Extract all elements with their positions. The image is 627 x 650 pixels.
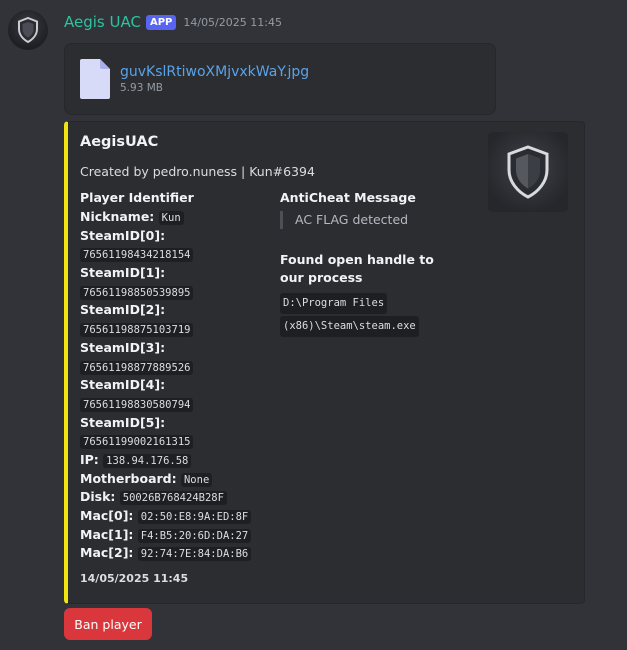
mac-label: Mac[0]: [80,508,134,523]
motherboard-row: Motherboard: None [80,470,270,489]
steamid-value: 76561198434218154 [80,248,194,263]
mac-label: Mac[2]: [80,545,134,561]
file-attachment[interactable]: guvKslRtiwoXMjvxkWaY.jpg 5.93 MB [64,43,496,115]
mac-row: Mac[0]: 02:50:E8:9A:ED:8F [80,507,270,526]
nickname-row: Nickname: Kun [80,208,270,227]
anticheat-message: AC FLAG detected [280,211,460,229]
ip-label: IP: [80,451,99,467]
steamid-value: 76561198875103719 [80,323,194,338]
handle-title: Found open handle to our process [280,252,434,285]
anticheat-field: AntiCheat Message AC FLAG detected Found… [280,190,460,337]
steamid-label: SteamID[2]: [80,302,166,318]
mac-value: 92:74:7E:84:DA:B6 [137,547,252,562]
embed-footer-timestamp: 14/05/2025 11:45 [80,572,189,585]
message-header: Aegis UAC APP 14/05/2025 11:45 [64,11,282,33]
steamid-label: SteamID[5]: [80,414,166,430]
steamid-value: 76561198877889526 [80,360,194,375]
embed-title: AegisUAC [80,134,159,150]
player-identifier-field: Player Identifier Nickname: Kun SteamID[… [80,190,270,563]
ip-value: 138.94.176.58 [103,453,192,468]
mac-row: Mac[2]: 92:74:7E:84:DA:B6 [80,544,270,563]
nickname-value: Kun [158,211,184,225]
shield-icon [18,17,38,43]
steamid-value: 76561198830580794 [80,397,194,412]
ban-player-button[interactable]: Ban player [64,608,152,640]
steamid-value: 76561198850539895 [80,285,194,300]
mac-value: 02:50:E8:9A:ED:8F [137,510,252,524]
steamid-value: 76561199002161315 [80,435,194,450]
steamid-label: SteamID[0]: [80,227,166,243]
app-badge: APP [145,14,177,30]
mac-value: F4:B5:20:6D:DA:27 [137,528,252,543]
embed-thumbnail[interactable] [488,132,568,212]
disk-label: Disk: [80,489,116,505]
handle-path-line: (x86)\Steam\steam.exe [280,316,419,337]
steamid-label: SteamID[1]: [80,265,166,281]
embed-description: Created by pedro.nuness | Kun#6394 [80,164,315,179]
message-timestamp[interactable]: 14/05/2025 11:45 [183,16,282,29]
ip-row: IP: 138.94.176.58 [80,451,270,470]
player-identifier-title: Player Identifier [80,190,194,205]
bot-avatar[interactable] [8,10,48,50]
motherboard-label: Motherboard: [80,470,177,486]
handle-path: D:\Program Files (x86)\Steam\steam.exe [280,291,460,337]
anticheat-title: AntiCheat Message [280,190,416,205]
embed-card: AegisUAC Created by pedro.nuness | Kun#6… [64,121,585,604]
shield-icon [507,145,549,199]
disk-row: Disk: 50026B768424B28F [80,488,270,507]
mac-label: Mac[1]: [80,526,134,542]
steamid-label: SteamID[3]: [80,339,166,355]
motherboard-value: None [180,472,213,487]
mac-row: Mac[1]: F4:B5:20:6D:DA:27 [80,526,270,545]
file-size: 5.93 MB [120,82,163,94]
steamid-label: SteamID[4]: [80,377,166,393]
author-name[interactable]: Aegis UAC [64,13,141,31]
handle-path-line: D:\Program Files [280,293,388,314]
file-icon [80,59,110,99]
disk-value: 50026B768424B28F [119,491,227,506]
file-name-link[interactable]: guvKslRtiwoXMjvxkWaY.jpg [120,64,309,80]
nickname-label: Nickname: [80,209,155,224]
